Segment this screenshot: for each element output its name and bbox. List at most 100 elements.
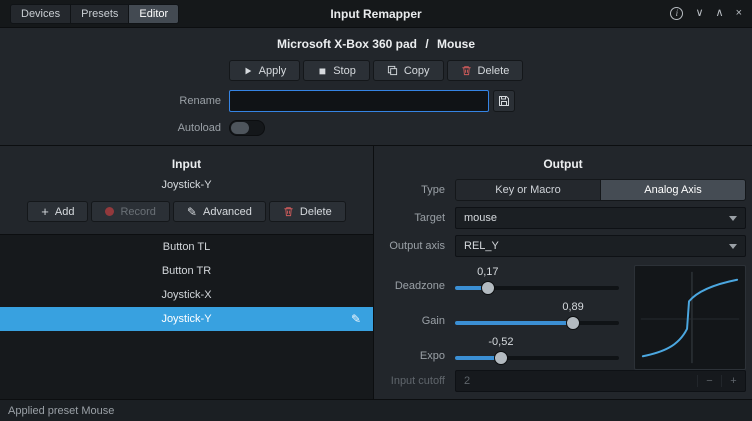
sliders-section: Deadzone 0,17 Gain 0,89 Expo -0,52: [374, 265, 746, 370]
list-item-joystick-y[interactable]: Joystick-Y ✎: [0, 307, 373, 331]
stop-icon: [319, 68, 326, 74]
tab-devices[interactable]: Devices: [10, 3, 72, 24]
record-button-label: Record: [120, 205, 156, 218]
deadzone-label: Deadzone: [394, 280, 445, 292]
toggle-knob: [231, 122, 249, 134]
type-segmented-control: Key or Macro Analog Axis: [455, 179, 746, 201]
rename-row: Rename: [0, 90, 752, 112]
output-panel: Output Type Key or Macro Analog Axis Tar…: [374, 146, 752, 399]
slider-track[interactable]: [455, 321, 619, 325]
close-icon[interactable]: ×: [736, 8, 742, 19]
expo-label: Expo: [419, 350, 445, 362]
output-form: Type Key or Macro Analog Axis Target mou…: [374, 171, 752, 398]
delete-input-button[interactable]: Delete: [268, 201, 346, 222]
stop-button-label: Stop: [333, 64, 356, 77]
delete-preset-button[interactable]: Delete: [446, 60, 524, 81]
list-item-button-tr[interactable]: Button TR: [0, 259, 373, 283]
record-icon: [105, 207, 115, 216]
deadzone-row: Deadzone 0,17: [374, 265, 619, 300]
output-axis-label: Output axis: [389, 240, 445, 252]
expo-slider[interactable]: -0,52: [455, 335, 619, 370]
add-button-label: Add: [54, 205, 75, 218]
save-button[interactable]: [493, 90, 515, 112]
input-cutoff-label: Input cutoff: [390, 375, 445, 387]
chevron-down-icon[interactable]: ∨: [695, 8, 703, 19]
response-curve-graph: [634, 265, 746, 370]
type-option-key-or-macro[interactable]: Key or Macro: [456, 180, 600, 200]
device-preset-title: Microsoft X-Box 360 pad / Mouse: [0, 28, 752, 51]
delete-preset-button-label: Delete: [477, 64, 510, 77]
advanced-button[interactable]: ✎ Advanced: [172, 201, 266, 222]
slider-track[interactable]: [455, 286, 619, 290]
slider-handle[interactable]: [480, 281, 495, 295]
input-cutoff-row: Input cutoff 2 − +: [374, 370, 746, 392]
apply-button-label: Apply: [258, 64, 287, 77]
increment-button[interactable]: +: [721, 375, 745, 387]
target-row: Target mouse: [374, 207, 746, 229]
target-label: Target: [414, 212, 445, 224]
copy-button-label: Copy: [403, 64, 430, 77]
status-text: Applied preset Mouse: [8, 404, 115, 417]
record-button[interactable]: Record: [91, 201, 170, 222]
trash-icon: [461, 66, 471, 76]
edit-pencil-icon[interactable]: ✎: [351, 312, 361, 326]
play-icon: [245, 67, 252, 74]
add-input-button[interactable]: + Add: [27, 201, 89, 222]
output-axis-dropdown[interactable]: REL_Y: [455, 235, 746, 257]
chevron-down-icon: [729, 243, 737, 249]
window-controls: i ∨ ∧ ×: [670, 7, 742, 20]
main-body: Input Joystick-Y + Add Record ✎ Advanced: [0, 146, 752, 399]
chevron-up-icon[interactable]: ∧: [716, 8, 724, 19]
list-item-label: Joystick-Y: [161, 313, 212, 325]
type-label: Type: [421, 184, 445, 196]
list-item-button-tl[interactable]: Button TL: [0, 235, 373, 259]
type-row: Type Key or Macro Analog Axis: [374, 179, 746, 201]
plus-icon: +: [41, 204, 49, 219]
expo-row: Expo -0,52: [374, 335, 619, 370]
preset-header: Microsoft X-Box 360 pad / Mouse Apply St…: [0, 28, 752, 146]
gain-row: Gain 0,89: [374, 300, 619, 335]
preset-actions: Apply Stop Copy Delete: [0, 60, 752, 81]
current-input-name: Joystick-Y: [161, 179, 212, 191]
chevron-down-icon: [729, 215, 737, 221]
copy-button[interactable]: Copy: [372, 60, 444, 81]
output-panel-title: Output: [543, 157, 583, 171]
tab-presets[interactable]: Presets: [71, 3, 130, 24]
expo-curve: [641, 278, 739, 358]
view-tabs: Devices Presets Editor: [10, 3, 180, 24]
stop-button[interactable]: Stop: [303, 60, 370, 81]
slider-fill: [455, 321, 574, 325]
input-cutoff-value: 2: [464, 375, 471, 387]
pencil-icon: ✎: [186, 204, 197, 219]
autoload-label: Autoload: [177, 122, 221, 134]
apply-button[interactable]: Apply: [228, 60, 301, 81]
sliders-column: Deadzone 0,17 Gain 0,89 Expo -0,52: [374, 265, 619, 370]
tab-editor[interactable]: Editor: [129, 3, 180, 24]
gain-value: 0,89: [562, 301, 584, 313]
type-option-analog-axis[interactable]: Analog Axis: [600, 180, 745, 200]
autoload-row: Autoload: [0, 120, 752, 136]
list-item-joystick-x[interactable]: Joystick-X: [0, 283, 373, 307]
device-name: Microsoft X-Box 360 pad: [276, 37, 417, 51]
slider-handle[interactable]: [566, 316, 581, 330]
target-value: mouse: [464, 212, 498, 224]
info-icon[interactable]: i: [670, 7, 684, 20]
title-separator: /: [425, 37, 429, 51]
decrement-button[interactable]: −: [697, 375, 721, 387]
slider-track[interactable]: [455, 356, 619, 360]
preset-name: Mouse: [437, 37, 476, 51]
input-panel: Input Joystick-Y + Add Record ✎ Advanced: [0, 146, 374, 399]
slider-handle[interactable]: [493, 351, 508, 365]
rename-input[interactable]: [229, 90, 489, 112]
target-dropdown[interactable]: mouse: [455, 207, 746, 229]
deadzone-slider[interactable]: 0,17: [455, 265, 619, 300]
save-icon: [499, 96, 509, 106]
autoload-toggle[interactable]: [229, 120, 265, 136]
input-actions: + Add Record ✎ Advanced Delete: [0, 201, 373, 222]
gain-slider[interactable]: 0,89: [455, 300, 619, 335]
expo-value: -0,52: [488, 336, 514, 348]
deadzone-value: 0,17: [477, 266, 499, 278]
copy-icon: [387, 65, 397, 76]
gain-label: Gain: [421, 315, 445, 327]
titlebar: Devices Presets Editor Input Remapper i …: [0, 0, 752, 28]
